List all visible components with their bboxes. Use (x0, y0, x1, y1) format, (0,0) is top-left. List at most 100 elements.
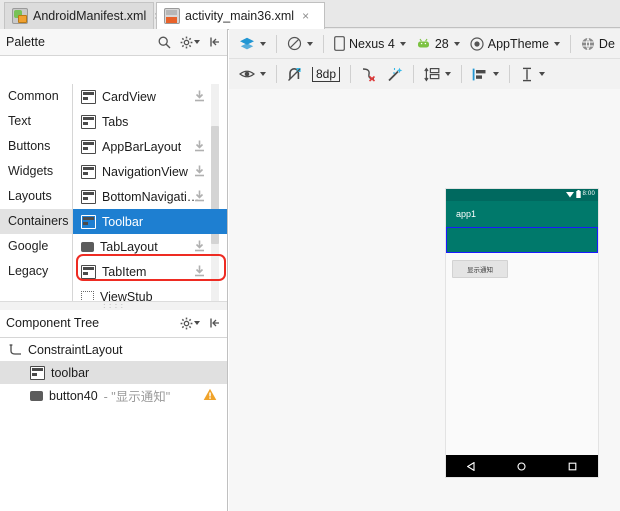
tree-row-button40[interactable]: button40 - "显示通知" (0, 384, 227, 407)
default-margin-button[interactable]: 8dp (307, 62, 345, 86)
palette-title: Palette (6, 35, 45, 49)
download-icon[interactable] (194, 165, 205, 177)
tree-row-text-preview: - "显示通知" (103, 390, 171, 404)
eye-icon (239, 70, 255, 78)
component-tree-header-actions (180, 310, 221, 336)
tabs-icon (81, 114, 96, 129)
palette-category-widgets[interactable]: Widgets (0, 159, 72, 184)
palette-category-buttons[interactable]: Buttons (0, 134, 72, 159)
tree-row-toolbar[interactable]: toolbar (0, 361, 227, 384)
palette-item-label: AppBarLayout (102, 139, 182, 154)
search-icon[interactable] (158, 36, 171, 49)
phone-icon (334, 36, 345, 51)
globe-icon (581, 37, 594, 51)
cardview-icon (81, 89, 96, 104)
bottomnavigationview-icon (81, 189, 96, 204)
palette-item-appbarlayout[interactable]: AppBarLayout (73, 134, 227, 159)
chevron-down-icon (445, 72, 452, 76)
clear-constraints-icon (363, 67, 376, 82)
palette-item-tablayout[interactable]: TabLayout (73, 234, 227, 259)
palette-header: Palette (0, 29, 227, 56)
theme-selector[interactable]: AppTheme (465, 32, 565, 56)
tree-row-label: ConstraintLayout (28, 342, 123, 357)
palette-item-toolbar[interactable]: Toolbar (73, 209, 227, 234)
palette-settings-button[interactable] (180, 36, 200, 49)
tabitem-icon (81, 264, 96, 279)
preview-content-area[interactable]: 显示通知 (446, 255, 598, 455)
palette-item-cardview[interactable]: CardView (73, 84, 227, 109)
palette-item-label: Tabs (102, 114, 129, 129)
api-level-selector[interactable]: 28 (411, 32, 465, 56)
gear-icon (180, 317, 193, 329)
pack-button[interactable] (419, 62, 456, 86)
palette-item-list: CardView Tabs AppBarLayout NavigationVie… (73, 84, 227, 309)
tab-strip-filler (325, 0, 620, 28)
palette-category-text[interactable]: Text (0, 109, 72, 134)
preview-toolbar-widget[interactable] (446, 227, 598, 253)
gear-icon (180, 36, 193, 48)
chevron-down-icon (194, 40, 200, 44)
tab-strip-underline (325, 27, 620, 28)
preview-app-title: app1 (456, 209, 477, 219)
tablayout-icon (81, 241, 94, 252)
palette-item-tabs[interactable]: Tabs (73, 109, 227, 134)
palette-category-common[interactable]: Common (0, 84, 72, 109)
preview-navigation-bar (446, 455, 598, 477)
collapse-panel-icon[interactable] (209, 36, 221, 48)
autoconnect-button[interactable] (282, 62, 307, 86)
device-selector[interactable]: Nexus 4 (329, 32, 411, 56)
tree-row-constraintlayout[interactable]: ConstraintLayout (0, 338, 227, 361)
editor-tab-strip: AndroidManifest.xml × activity_main36.xm… (0, 0, 620, 30)
collapse-panel-icon[interactable] (209, 317, 221, 329)
palette-item-bottomnavigationview[interactable]: BottomNavigati… (73, 184, 227, 209)
download-icon[interactable] (194, 240, 205, 252)
guidelines-button[interactable] (515, 62, 550, 86)
warning-icon[interactable] (203, 388, 217, 401)
download-icon[interactable] (194, 265, 205, 277)
infer-constraints-button[interactable] (382, 62, 408, 86)
component-tree-title: Component Tree (6, 316, 100, 330)
tree-row-label: button40 (49, 388, 98, 403)
orientation-button[interactable] (282, 32, 318, 56)
palette-item-navigationview[interactable]: NavigationView (73, 159, 227, 184)
tab-android-manifest[interactable]: AndroidManifest.xml × (4, 2, 161, 29)
wifi-icon (565, 191, 574, 197)
clear-constraints-button[interactable] (356, 62, 382, 86)
status-icons: 8:00 (565, 190, 595, 198)
status-time: 8:00 (582, 191, 595, 197)
design-mode-button[interactable] (234, 32, 271, 56)
theme-label: AppTheme (487, 36, 549, 51)
palette-category-legacy[interactable]: Legacy (0, 259, 72, 284)
component-tree-settings-button[interactable] (180, 317, 200, 330)
left-tool-column: Palette Common Text Buttons Widgets Layo… (0, 29, 228, 511)
preview-button40[interactable]: 显示通知 (452, 260, 508, 278)
palette-panel: Common Text Buttons Widgets Layouts Cont… (0, 84, 227, 309)
palette-category-google[interactable]: Google (0, 234, 72, 259)
design-canvas[interactable]: 8:00 app1 显示通知 (229, 89, 620, 511)
download-icon[interactable] (194, 140, 205, 152)
download-icon[interactable] (194, 90, 205, 102)
tree-row-label: toolbar (51, 365, 90, 380)
chevron-down-icon (493, 72, 500, 76)
tab-activity-main36[interactable]: activity_main36.xml × (156, 2, 325, 29)
component-tree-panel: Component Tree ConstraintLayout toolbar … (0, 310, 227, 511)
align-button[interactable] (467, 62, 504, 86)
close-icon[interactable]: × (302, 9, 309, 23)
palette-category-containers[interactable]: Containers (0, 209, 72, 234)
nav-home-icon[interactable] (517, 461, 527, 471)
palette-resize-grip[interactable]: : : : : (0, 301, 227, 310)
grip-dots-icon: : : : : (103, 303, 124, 310)
device-preview[interactable]: 8:00 app1 显示通知 (446, 189, 598, 477)
palette-item-label: CardView (102, 89, 156, 104)
palette-item-tabitem[interactable]: TabItem (73, 259, 227, 284)
nav-back-icon[interactable] (466, 461, 476, 471)
toolbar-icon (81, 214, 96, 229)
chevron-down-icon (453, 41, 460, 46)
locale-selector[interactable]: De (576, 32, 620, 56)
nav-recents-icon[interactable] (568, 462, 577, 471)
palette-category-layouts[interactable]: Layouts (0, 184, 72, 209)
download-icon[interactable] (194, 190, 205, 202)
magic-wand-icon (388, 67, 403, 81)
view-options-button[interactable] (234, 62, 271, 86)
palette-item-label: TabItem (102, 264, 147, 279)
